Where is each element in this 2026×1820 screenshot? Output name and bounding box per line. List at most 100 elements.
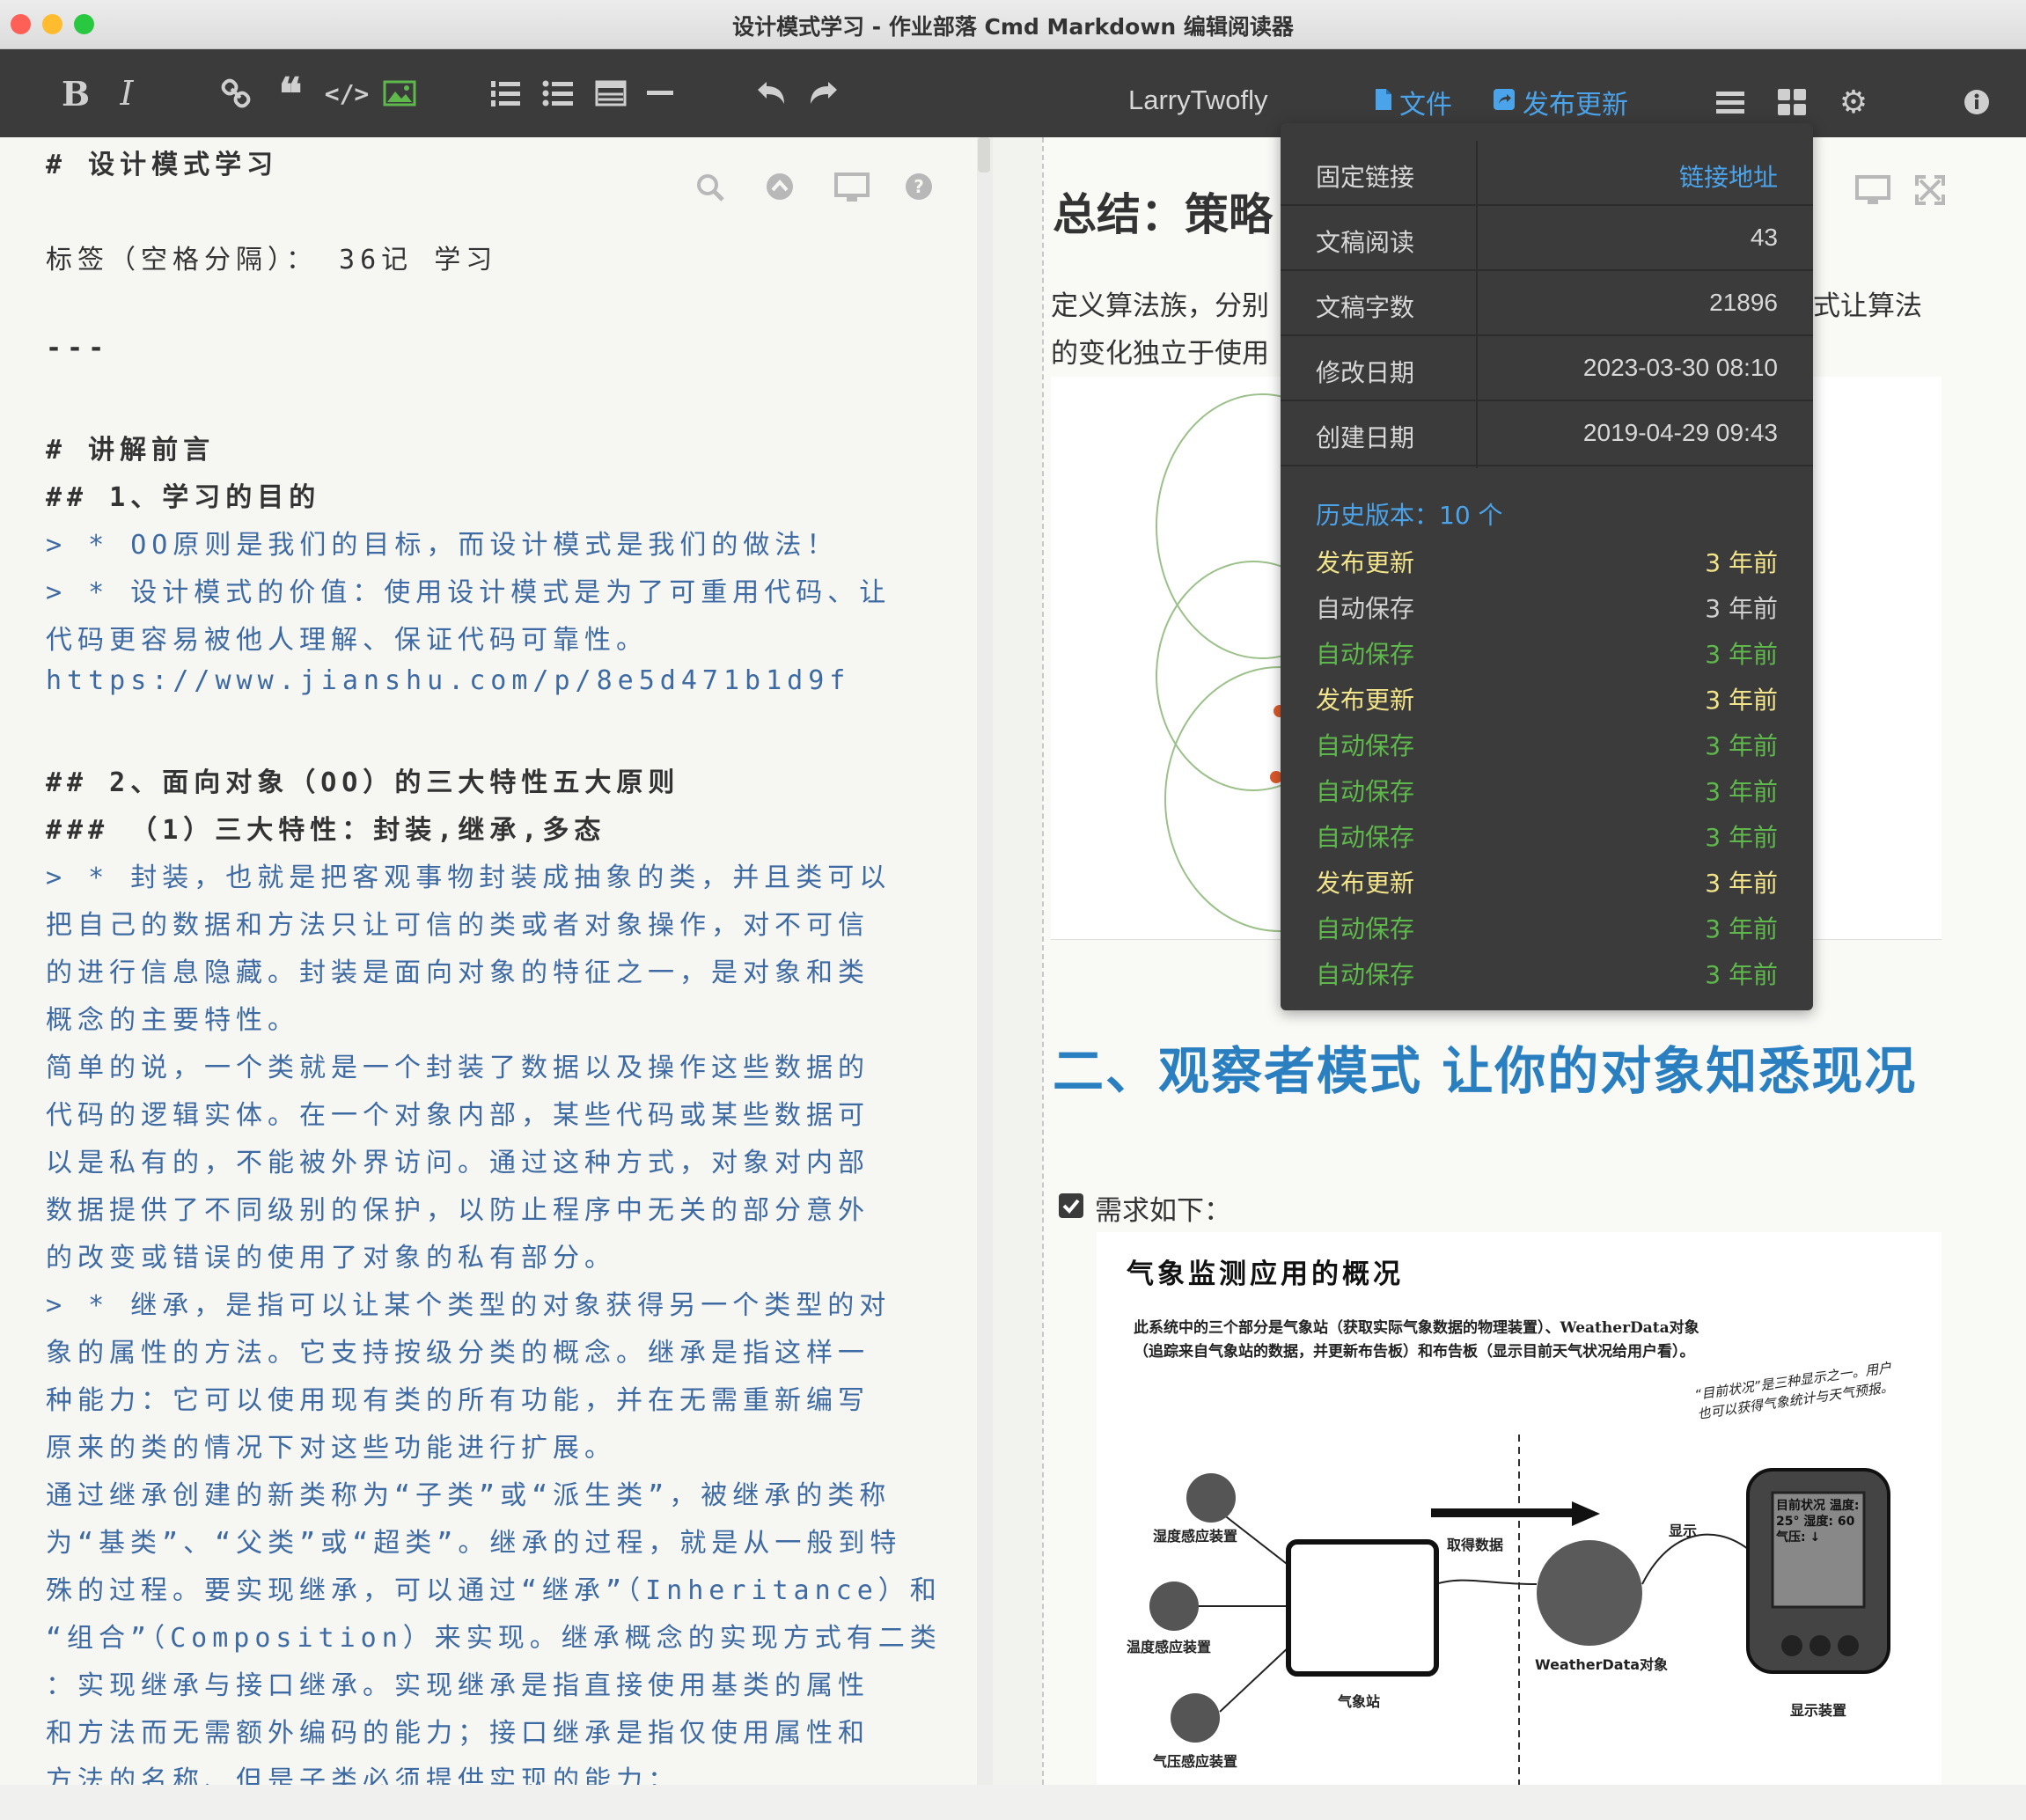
editor-line[interactable]: 数据提供了不同级别的保护，以防止程序中无关的部分意外 [46,1188,870,1227]
editor-line[interactable]: 的进行信息隐藏。封装是面向对象的特征之一，是对象和类 [46,950,870,989]
history-action: 自动保存 [1316,823,1415,852]
italic-icon[interactable]: I [109,72,144,114]
info-row-value: 43 [1750,224,1778,251]
editor-line[interactable]: 简单的说，一个类就是一个封装了数据以及操作这些数据的 [46,1046,870,1084]
table-icon[interactable] [593,72,628,114]
editor-line[interactable]: 标签（空格分隔）： 36记 学习 [46,238,497,276]
editor-line[interactable]: 把自己的数据和方法只让可信的类或者对象操作，对不可信 [46,903,870,942]
device-screen-text: 目前状况 温度: 25° 湿度: 60 气压: ↓ [1776,1499,1860,1545]
task-checkbox[interactable] [1059,1193,1083,1218]
publish-update-button[interactable]: 发布更新 [1493,83,1628,121]
permalink-link[interactable]: 链接地址 [1679,158,1778,194]
publish-update-label: 发布更新 [1523,90,1628,121]
history-version-item[interactable]: 自动保存 3 年前 [1316,818,1778,854]
history-version-item[interactable]: 发布更新 3 年前 [1316,864,1778,899]
editor-line[interactable]: 和方法而无需额外编码的能力；接口继承是指仅使用属性和 [46,1711,870,1750]
editor-line[interactable]: 通过继承创建的新类称为“子类”或“派生类”，被继承的类称 [46,1473,891,1512]
editor-line[interactable]: # 讲解前言 [46,428,215,466]
unordered-list-icon[interactable] [540,72,576,114]
help-icon[interactable]: ? [905,172,933,204]
user-name[interactable]: LarryTwofly [1128,84,1267,116]
editor-line[interactable]: ### （1）三大特性：封装,继承,多态 [46,808,606,847]
scroll-top-icon[interactable] [766,172,794,204]
redo-icon[interactable] [806,72,841,114]
editor-line[interactable]: > * OO原则是我们的目标，而设计模式是我们的做法！ [46,523,838,561]
history-version-item[interactable]: 自动保存 3 年前 [1316,956,1778,991]
bold-icon[interactable]: B [58,72,93,114]
preview-margin-line [1042,137,1044,1785]
history-action: 发布更新 [1316,869,1415,898]
history-action: 自动保存 [1316,594,1415,623]
info-row-value: 2023-03-30 08:10 [1582,354,1778,381]
editor-line[interactable]: > * 封装，也就是把客观事物封装成抽象的类，并且类可以 [46,855,891,894]
info-row: 文稿阅读 43 [1281,206,1813,271]
editor-line[interactable]: 代码的逻辑实体。在一个对象内部，某些代码或某些数据可 [46,1093,870,1132]
editor-line[interactable]: 象的属性的方法。它支持按级分类的概念。继承是指这样一 [46,1331,870,1369]
preview-monitor-icon[interactable] [1855,172,1890,208]
editor-line[interactable]: --- [46,333,109,363]
editor-line[interactable]: 以是私有的，不能被外界访问。通过这种方式，对象对内部 [46,1141,870,1179]
ordered-list-icon[interactable] [488,72,523,114]
menu-icon[interactable] [1714,81,1746,123]
editor-line[interactable]: > * 继承，是指可以让某个类型的对象获得另一个类型的对 [46,1283,891,1322]
editor-line[interactable]: 的改变或错误的使用了对象的私有部分。 [46,1236,616,1274]
layout-grid-icon[interactable] [1776,81,1808,123]
editor-line[interactable]: 殊的过程。要实现继承，可以通过“继承”（Inheritance）和 [46,1568,942,1607]
observer-heading: 二、观察者模式 让你的对象知悉现况 [1053,1041,1918,1101]
markdown-editor[interactable]: # 设计模式学习标签（空格分隔）： 36记 学习 --- # 讲解前言 ## 1、学习… [0,137,977,1785]
history-versions-title[interactable]: 历史版本：10 个 [1316,496,1503,532]
editor-line[interactable]: https://www.jianshu.com/p/8e5d471b1d9f [46,665,850,696]
svg-text:?: ? [914,176,924,197]
history-version-item[interactable]: 发布更新 3 年前 [1316,681,1778,716]
fullscreen-icon[interactable] [1915,172,1945,208]
editor-line[interactable]: 原来的类的情况下对这些功能进行扩展。 [46,1426,616,1464]
info-icon[interactable] [1961,81,1993,123]
history-action: 自动保存 [1316,914,1415,943]
hr-icon[interactable] [644,72,676,114]
editor-line[interactable]: 方法的名称、但是子类必须提供实现的能力； [46,1758,679,1785]
info-row-value: 21896 [1709,289,1778,316]
preview-monitor-icon[interactable] [834,172,870,206]
editor-scrollbar-thumb[interactable] [978,137,990,172]
window-title: 设计模式学习 - 作业部落 Cmd Markdown 编辑阅读器 [732,14,1294,40]
history-version-item[interactable]: 自动保存 3 年前 [1316,727,1778,762]
quote-icon[interactable]: ❝ [273,68,308,120]
window-titlebar: 设计模式学习 - 作业部落 Cmd Markdown 编辑阅读器 [0,0,2026,49]
history-version-item[interactable]: 自动保存 3 年前 [1316,590,1778,625]
editor-line[interactable]: ## 1、学习的目的 [46,475,320,514]
editor-line[interactable]: # 设计模式学习 [46,143,278,181]
preview-text-line-1-right: 式让算法 [1813,290,1922,322]
editor-line[interactable]: 代码更容易被他人理解、保证代码可靠性。 [46,618,648,657]
search-icon[interactable] [695,172,725,206]
history-version-item[interactable]: 自动保存 3 年前 [1316,773,1778,808]
info-row-key: 文稿字数 [1316,293,1415,322]
info-row-key: 创建日期 [1316,423,1415,452]
editor-scrollbar[interactable] [977,137,993,1785]
info-row: 修改日期 2023-03-30 08:10 [1281,336,1813,401]
preview-text-line-2: 的变化独立于使用 [1051,338,1269,370]
link-icon[interactable] [218,72,253,114]
history-version-item[interactable]: 发布更新 3 年前 [1316,544,1778,579]
editor-line[interactable]: 种能力：它可以使用现有类的所有功能，并在无需重新编写 [46,1378,870,1417]
editor-line[interactable]: 概念的主要特性。 [46,998,299,1037]
file-menu-button[interactable]: 文件 [1375,83,1452,121]
code-icon[interactable]: </> [325,72,370,114]
history-time: 3 年前 [1705,914,1778,943]
editor-line[interactable]: ## 2、面向对象（OO）的三大特性五大原则 [46,760,679,799]
humidity-sensor-label: 湿度感应装置 [1153,1528,1238,1545]
editor-line[interactable]: > * 设计模式的价值：使用设计模式是为了可重用代码、让 [46,570,891,609]
document-info-popup: 固定链接 链接地址 文稿阅读 43 文稿字数 21896 修改日期 2023-03-30 08… [1281,123,1813,1010]
history-version-item[interactable]: 自动保存 3 年前 [1316,635,1778,671]
pane-divider[interactable] [993,137,1042,1785]
share-icon [1493,87,1516,118]
gear-icon[interactable]: ⚙ [1838,81,1869,123]
editor-line[interactable]: “组合”（Composition）来实现。继承概念的实现方式有二类 [46,1616,942,1655]
image-icon[interactable] [382,72,417,114]
display-device-label: 显示装置 [1790,1702,1847,1719]
undo-icon[interactable] [753,72,789,114]
editor-line[interactable]: ：实现继承与接口继承。实现继承是指直接使用基类的属性 [46,1663,870,1702]
history-time: 3 年前 [1705,777,1778,806]
history-version-item[interactable]: 自动保存 3 年前 [1316,910,1778,945]
history-action: 自动保存 [1316,960,1415,989]
editor-line[interactable]: 为“基类”、“父类”或“超类”。继承的过程，就是从一般到特 [46,1521,901,1559]
